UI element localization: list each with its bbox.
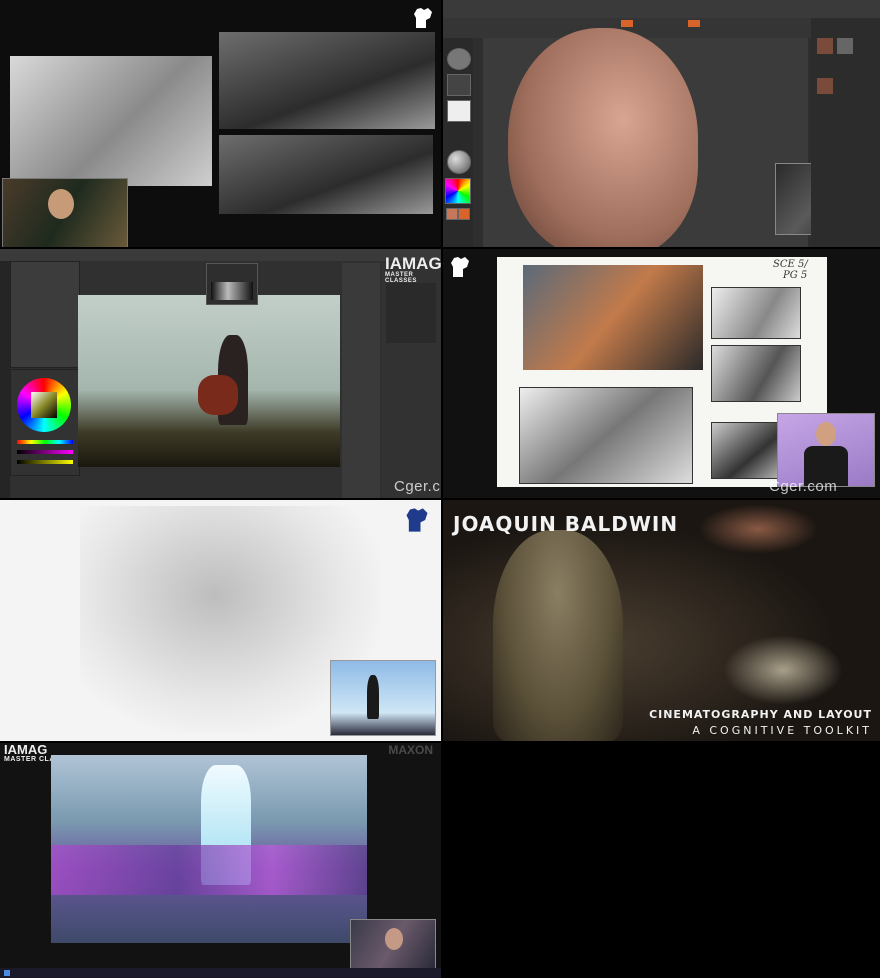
iamag-title: IAMAG [385,254,441,273]
ps-histogram-panel[interactable] [206,263,258,305]
presenter-face [385,928,403,950]
start-icon[interactable] [4,970,10,976]
sketch-jungle-top [219,32,435,129]
note-page: PG 5 [783,270,808,281]
histogram-graph [211,282,253,300]
red-cape [198,375,238,415]
presenter-face [48,189,74,219]
brightness-slider[interactable] [17,460,73,464]
panel-empty [443,743,880,978]
storyboard-note: SCE 5/ PG 5 [773,259,808,281]
watermark-left: Cger.com [394,478,441,495]
storyboard-frame [711,287,801,339]
zbrush-tool-palette[interactable] [811,18,880,247]
panel-zbrush-sculpt [443,0,880,247]
ps-brush-settings-panel[interactable] [10,261,80,368]
ps-color-panel[interactable] [10,369,80,476]
brush-standard-icon[interactable] [447,48,471,70]
iamag-brand: IAMAG MASTER CLASSES [385,255,441,284]
ps-layers-panel[interactable] [382,263,441,498]
windows-taskbar[interactable] [0,968,441,978]
storyboard-frame [523,265,703,370]
tool-thumbnail[interactable] [817,38,833,54]
material-sphere-icon[interactable] [447,150,471,174]
hand-small-doll [723,635,843,705]
presenter-face [816,422,836,446]
color-square[interactable] [31,392,57,418]
storyboard-frame [711,422,783,479]
panel-photoshop-painting: IAMAG MASTER CLASSES Cger.com [0,249,441,498]
zbrush-canvas[interactable] [483,28,865,247]
panel-pencil-sculpture [0,500,441,741]
ps-canvas-painting[interactable] [78,295,340,467]
zbrush-zadd-toggle[interactable] [688,20,700,27]
webcam-presenter [777,413,875,487]
panel-title-card: JOAQUIN BALDWIN CINEMATOGRAPHY AND LAYOU… [443,500,880,741]
webcam-stage-presenter [330,660,436,736]
layer-list[interactable] [386,283,436,343]
sketch-top-edge [0,500,441,506]
panel-sketch-landscapes [0,0,441,247]
ps-tool-bar[interactable] [0,261,10,498]
iamag-subtitle: MASTER CLASSES [385,272,417,284]
zbrush-top-toolbar[interactable] [443,0,880,19]
secondary-color-swatch[interactable] [458,208,470,220]
panel-storyboard: SCE 5/ PG 5 Cger.com [443,249,880,498]
maxon-sponsor: MAXON [388,743,433,757]
storyboard-frame [711,345,801,402]
saturation-slider[interactable] [17,450,73,454]
sketch-jungle-bottom [219,135,433,214]
course-subtitle-2: A COGNITIVE TOOLKIT [692,724,872,737]
storyboard-frame [519,387,693,484]
subtool-thumbnail[interactable] [817,78,833,94]
fist-logo-icon [414,8,432,28]
tool-thumbnail[interactable] [837,38,853,54]
purple-fields [51,845,367,895]
webcam-presenter [2,178,128,247]
voodoo-doll [493,530,623,741]
note-scene: SCE 5/ [773,259,808,270]
fist-logo-icon [451,257,469,277]
webcam-presenter [350,919,436,969]
ps-menu-bar[interactable] [0,249,441,261]
hue-slider[interactable] [17,440,73,444]
course-subtitle-1: CINEMATOGRAPHY AND LAYOUT [649,708,872,721]
sculpted-head [508,28,698,247]
city-concept-art [51,755,367,943]
color-picker-icon[interactable] [445,178,471,204]
alpha-icon[interactable] [447,100,471,122]
ps-properties-panel[interactable] [342,263,380,498]
zbrush-mrgb-toggle[interactable] [621,20,633,27]
watermark-right: Cger.com [769,478,838,495]
presenter-name: JOAQUIN BALDWIN [453,512,679,536]
panel-fantasy-city: IAMAG MASTER CLASSES MAXON [0,743,441,978]
sketch-mountain-island [10,56,212,186]
hand-top [698,504,818,554]
stroke-icon[interactable] [447,74,471,96]
zbrush-left-shelf [443,38,473,247]
fist-logo-icon [406,508,428,532]
presenter-silhouette [367,675,379,719]
color-wheel-icon[interactable] [17,378,71,432]
main-color-swatch[interactable] [446,208,458,220]
